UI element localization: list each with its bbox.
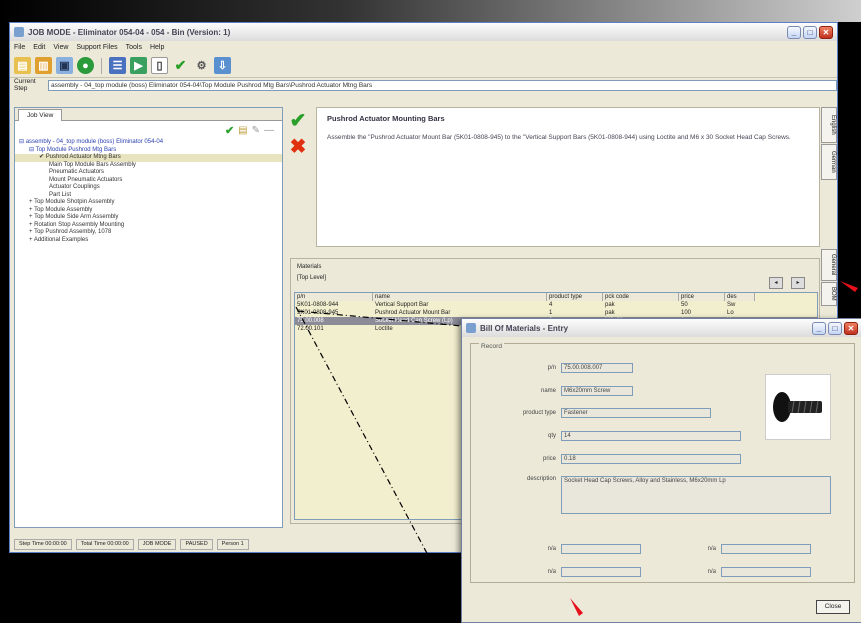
field-name: name M6x20mm Screw [491,385,633,396]
dialog-close-button[interactable]: ✕ [844,321,858,335]
callout-line-top [297,310,463,327]
dialog-icon [466,323,476,333]
extra-input-4[interactable] [721,566,811,577]
field-description: description Socket Head Cap Screws, Alloy… [491,476,831,516]
extra-input-1[interactable] [561,543,641,554]
record-group-label: Record [479,343,504,350]
part-photo [765,374,831,440]
dialog-minimize-button[interactable]: _ [812,321,826,335]
dialog-maximize-button[interactable]: □ [828,321,842,335]
callout-line-left [295,306,464,621]
name-input[interactable]: M6x20mm Screw [561,385,633,396]
extra-input-2[interactable] [561,566,641,577]
field-qty: qty 14 [491,430,741,441]
field-product-type: product type Fastener [491,407,711,418]
red-arrow-bom-icon [840,281,858,292]
field-pn: p/n 75.00.008.007 [491,362,633,373]
field-price: price 0.18 [491,453,741,464]
product-type-input[interactable]: Fastener [561,407,711,418]
field-extra-2: n/a [491,566,641,577]
extra-input-3[interactable] [721,543,811,554]
field-extra-1: n/a [491,543,641,554]
price-input[interactable]: 0.18 [561,453,741,464]
dialog-title-bar: Bill Of Materials - Entry _ □ ✕ [462,319,861,337]
pn-input[interactable]: 75.00.008.007 [561,362,633,373]
qty-input[interactable]: 14 [561,430,741,441]
dialog-title: Bill Of Materials - Entry [480,323,569,333]
close-dialog-button[interactable]: Close [816,600,850,614]
field-extra-4: n/a [651,566,811,577]
bom-entry-dialog: Bill Of Materials - Entry _ □ ✕ Record p… [461,318,861,623]
description-input[interactable]: Socket Head Cap Screws, Alloy and Stainl… [561,476,831,514]
field-extra-3: n/a [651,543,811,554]
record-group: Record p/n 75.00.008.007 name M6x20mm Scre… [470,343,855,583]
screw-image [773,392,822,422]
